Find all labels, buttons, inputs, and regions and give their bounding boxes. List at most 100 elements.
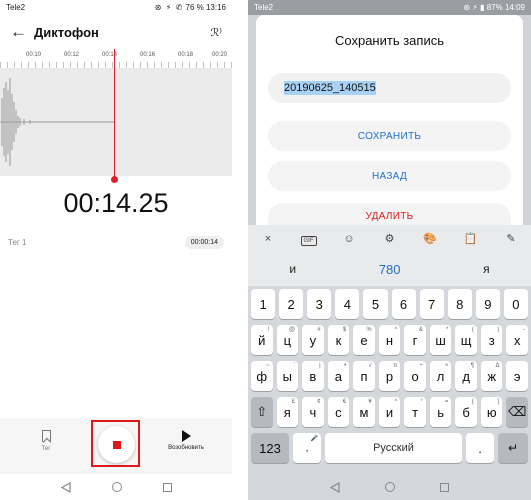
nav-home-icon[interactable] bbox=[384, 482, 395, 492]
app-header: ← Диктофон ℛ⁾ bbox=[0, 14, 232, 50]
voice-mode-icon[interactable]: ℛ⁾ bbox=[211, 26, 222, 39]
nav-back-icon[interactable] bbox=[330, 481, 340, 493]
stop-icon bbox=[112, 440, 121, 449]
period-key[interactable]: . bbox=[466, 433, 494, 463]
status-time: 14:09 bbox=[504, 3, 525, 12]
nav-back-icon[interactable] bbox=[60, 481, 71, 493]
battery-label: 76 % bbox=[185, 2, 204, 12]
letter-key[interactable]: л × bbox=[429, 361, 452, 391]
suggestion-item[interactable]: и bbox=[289, 262, 296, 276]
letter-key[interactable]: н ^ bbox=[378, 325, 401, 355]
comma-key[interactable]: , 🎤 bbox=[293, 433, 321, 463]
letter-key[interactable]: ю} bbox=[480, 397, 503, 427]
status-time: 13:16 bbox=[205, 2, 226, 12]
enter-key[interactable]: ↵ bbox=[498, 433, 528, 463]
number-key[interactable]: 1 bbox=[251, 289, 276, 319]
timeline-label: 00:12 bbox=[64, 52, 80, 58]
add-tag-button[interactable]: Тег bbox=[34, 430, 58, 452]
stop-button-highlight bbox=[91, 420, 140, 467]
letter-key[interactable]: э bbox=[506, 361, 529, 391]
number-key[interactable]: 3 bbox=[307, 289, 332, 319]
numbers-key[interactable]: 123 bbox=[251, 433, 289, 463]
nav-recent-icon[interactable] bbox=[162, 482, 172, 492]
letter-key[interactable]: ч ¢ bbox=[302, 397, 324, 427]
letter-key[interactable]: у # bbox=[302, 325, 324, 355]
clipboard-icon[interactable]: 📋 bbox=[463, 232, 479, 245]
number-key[interactable]: 8 bbox=[447, 289, 472, 319]
save-button[interactable]: СОХРАНИТЬ bbox=[268, 121, 511, 151]
bookmark-icon bbox=[41, 430, 51, 442]
edit-icon[interactable]: ✎ bbox=[503, 232, 519, 245]
tag-list-item[interactable]: Тег 1 00:00:14 bbox=[8, 236, 224, 249]
number-key[interactable]: 0 bbox=[503, 289, 528, 319]
letter-key[interactable]: жΔ bbox=[480, 361, 503, 391]
stop-button[interactable] bbox=[98, 426, 135, 463]
close-icon[interactable]: × bbox=[260, 233, 276, 245]
nav-recent-icon[interactable] bbox=[439, 482, 449, 492]
letter-key[interactable]: ш * bbox=[429, 325, 452, 355]
letter-key[interactable]: я £ bbox=[276, 397, 299, 427]
system-nav-bar bbox=[248, 474, 531, 500]
dialog-title: Сохранить запись bbox=[335, 33, 444, 48]
filename-value: 20190625_140515 bbox=[284, 81, 376, 95]
letter-key[interactable]: ь = bbox=[429, 397, 452, 427]
keyboard-bottom-row: 123 , 🎤 Русский . ↵ bbox=[248, 430, 531, 466]
letter-key[interactable]: б{ bbox=[455, 397, 477, 427]
space-key[interactable]: Русский bbox=[325, 433, 462, 463]
add-tag-label: Тег bbox=[41, 446, 51, 452]
nav-home-icon[interactable] bbox=[111, 482, 122, 492]
suggestion-item[interactable]: 780 bbox=[379, 262, 401, 277]
playhead-line[interactable] bbox=[114, 49, 115, 179]
letter-key[interactable]: ф ~ bbox=[251, 361, 273, 391]
keyboard: × GIF ☺ ⚙ 🎨 📋 ✎ и 780 я 1234567890 й! ц @ у… bbox=[248, 225, 531, 474]
resume-button[interactable]: Возобновить bbox=[164, 430, 208, 451]
letter-key[interactable]: о ÷ bbox=[404, 361, 426, 391]
gear-icon[interactable]: ⚙ bbox=[382, 232, 398, 245]
number-key[interactable]: 4 bbox=[335, 289, 360, 319]
letter-key[interactable]: ц @ bbox=[276, 325, 299, 355]
page-title: Диктофон bbox=[34, 24, 99, 40]
letter-key[interactable]: с € bbox=[327, 397, 350, 427]
letter-key[interactable]: д ¶ bbox=[455, 361, 477, 391]
delete-button[interactable]: УДАЛИТЬ bbox=[268, 203, 511, 225]
carrier-label: Tele2 bbox=[6, 2, 26, 12]
number-key[interactable]: 5 bbox=[363, 289, 388, 319]
gif-icon[interactable]: GIF bbox=[300, 233, 317, 246]
letter-key[interactable]: к $ bbox=[327, 325, 350, 355]
number-key[interactable]: 2 bbox=[279, 289, 304, 319]
filename-input[interactable]: 20190625_140515 bbox=[268, 73, 511, 103]
backspace-key[interactable]: ⌫ bbox=[506, 397, 529, 427]
letter-key[interactable]: м ¥ bbox=[353, 397, 375, 427]
letter-key[interactable]: т ° bbox=[404, 397, 426, 427]
letter-key[interactable]: и ^ bbox=[378, 397, 401, 427]
number-key[interactable]: 6 bbox=[391, 289, 416, 319]
letter-key[interactable]: й! bbox=[251, 325, 273, 355]
play-icon bbox=[181, 430, 191, 442]
letter-key[interactable]: ы ` bbox=[276, 361, 299, 391]
letter-key[interactable]: а • bbox=[327, 361, 350, 391]
letter-key[interactable]: е% bbox=[353, 325, 375, 355]
status-bar: Tele2 ⊛ ⚡ ✆ 76 % 13:16 bbox=[0, 0, 232, 14]
letter-key[interactable]: г & bbox=[404, 325, 426, 355]
number-key[interactable]: 9 bbox=[475, 289, 500, 319]
number-key[interactable]: 7 bbox=[419, 289, 444, 319]
letter-key[interactable]: щ( bbox=[455, 325, 477, 355]
palette-icon[interactable]: 🎨 bbox=[422, 232, 438, 245]
resume-label: Возобновить bbox=[168, 445, 204, 451]
letter-key[interactable]: п √ bbox=[353, 361, 375, 391]
shift-key[interactable]: ⇧ bbox=[251, 397, 273, 427]
sticker-icon[interactable]: ☺ bbox=[341, 233, 357, 245]
suggestion-bar: и 780 я bbox=[248, 252, 531, 286]
mic-icon: 🎤 bbox=[310, 436, 318, 442]
letter-key[interactable]: рπ bbox=[378, 361, 401, 391]
back-button[interactable]: НАЗАД bbox=[268, 161, 511, 191]
playhead-handle[interactable] bbox=[111, 176, 118, 183]
keyboard-toolbar: × GIF ☺ ⚙ 🎨 📋 ✎ bbox=[248, 225, 531, 252]
save-recording-dialog: Сохранить запись 20190625_140515 СОХРАНИ… bbox=[256, 15, 523, 225]
suggestion-item[interactable]: я bbox=[483, 262, 490, 276]
letter-key[interactable]: х- bbox=[506, 325, 529, 355]
back-arrow-icon[interactable]: ← bbox=[10, 22, 34, 42]
letter-key[interactable]: в | bbox=[302, 361, 324, 391]
letter-key[interactable]: з) bbox=[480, 325, 503, 355]
recording-timer: 00:14.25 bbox=[63, 188, 169, 218]
